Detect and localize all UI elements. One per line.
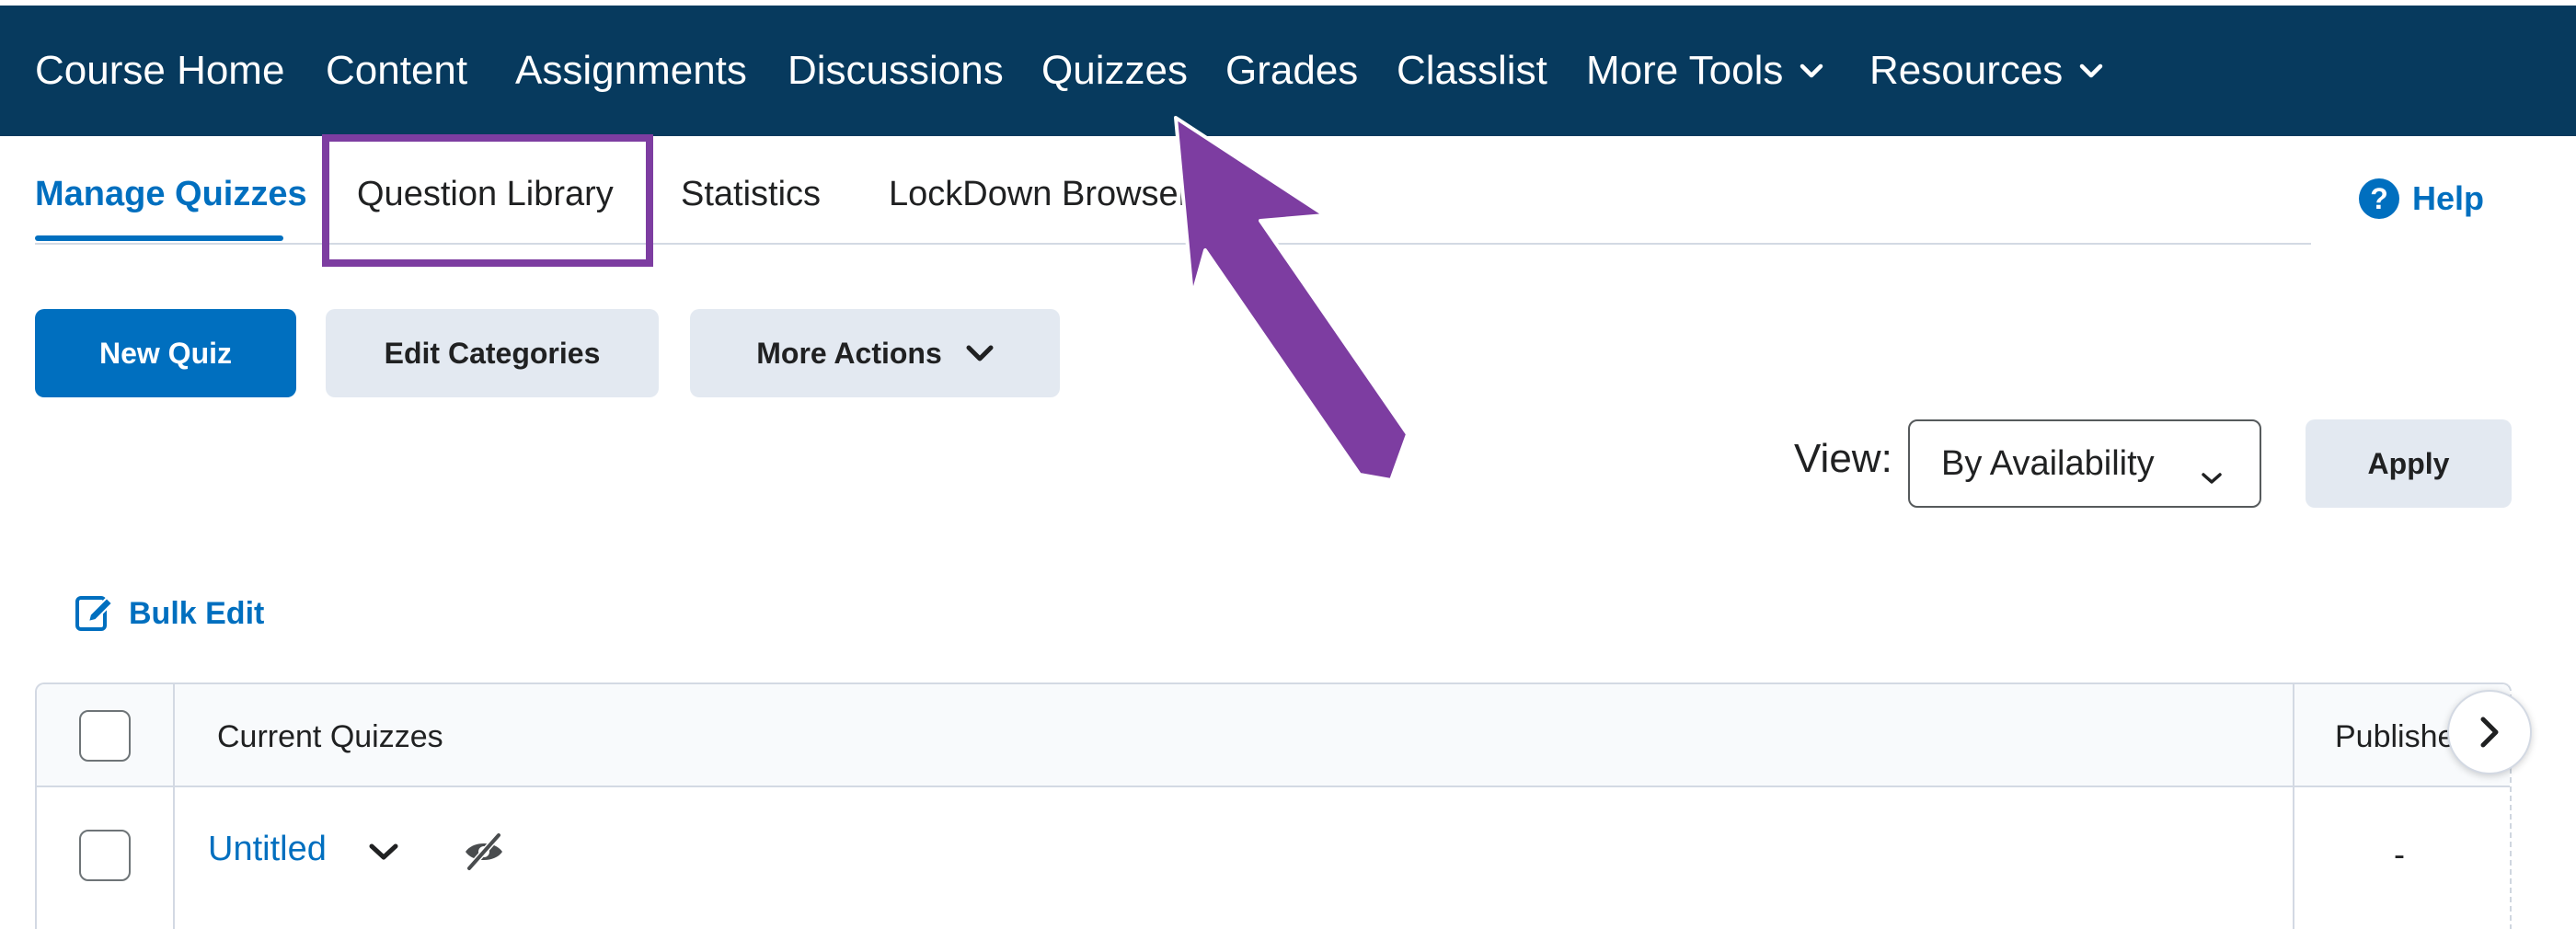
quizzes-table: Current Quizzes Publishe Untitled - [35,682,2512,929]
view-select[interactable]: By Availability [1908,419,2261,508]
nav-course-home[interactable]: Course Home [35,6,284,136]
tab-lockdown-browser[interactable]: LockDown Browser [889,175,1190,214]
chevron-down-icon [966,345,994,361]
help-link[interactable]: ? Help [2359,178,2484,219]
nav-label: Content [326,48,468,93]
nav-label: More Tools [1586,48,1784,93]
more-actions-label: More Actions [756,336,942,370]
tab-statistics[interactable]: Statistics [681,175,821,214]
nav-content[interactable]: Content [326,6,467,136]
help-label: Help [2412,179,2485,217]
chevron-down-icon [2201,454,2223,494]
chevron-down-icon [2079,63,2103,78]
nav-grades[interactable]: Grades [1225,6,1358,136]
nav-quizzes[interactable]: Quizzes [1041,6,1188,136]
active-tab-indicator [35,235,283,241]
nav-label: Discussions [788,48,1004,93]
chevron-down-icon[interactable] [368,843,399,866]
tab-divider [35,243,2311,245]
tab-question-library[interactable]: Question Library [357,175,614,214]
nav-label: Grades [1225,48,1359,93]
bulk-edit-label: Bulk Edit [129,595,265,631]
nav-label: Quizzes [1041,48,1188,93]
tab-manage-quizzes[interactable]: Manage Quizzes [35,175,307,214]
apply-button[interactable]: Apply [2306,419,2512,508]
nav-label: Classlist [1397,48,1547,93]
view-label: View: [1794,436,1892,481]
nav-more-tools[interactable]: More Tools [1586,6,1823,136]
published-value: - [2394,835,2405,873]
nav-label: Assignments [515,48,747,93]
select-all-checkbox[interactable] [79,710,131,762]
column-header-published: Publishe [2335,719,2455,754]
nav-discussions[interactable]: Discussions [788,6,1004,136]
nav-resources[interactable]: Resources [1869,6,2103,136]
new-quiz-button[interactable]: New Quiz [35,309,296,397]
edit-categories-button[interactable]: Edit Categories [326,309,659,397]
question-circle-icon: ? [2359,178,2399,219]
view-selected-value: By Availability [1941,443,2155,483]
quiz-name-link[interactable]: Untitled [208,830,327,869]
row-checkbox[interactable] [79,830,131,881]
nav-assignments[interactable]: Assignments [515,6,747,136]
column-header-current-quizzes: Current Quizzes [217,719,443,754]
chevron-down-icon [1800,63,1823,78]
nav-label: Course Home [35,48,285,93]
nav-label: Resources [1869,48,2064,93]
pencil-icon [75,596,114,631]
scroll-right-button[interactable] [2447,690,2532,774]
more-actions-button[interactable]: More Actions [690,309,1060,397]
column-divider [2293,684,2294,929]
top-navbar: Course Home Content Assignments Discussi… [0,6,2576,136]
column-divider [173,684,175,929]
bulk-edit-link[interactable]: Bulk Edit [74,592,264,635]
nav-classlist[interactable]: Classlist [1397,6,1547,136]
chevron-right-icon [2480,717,2499,748]
eye-slash-icon [462,830,506,878]
